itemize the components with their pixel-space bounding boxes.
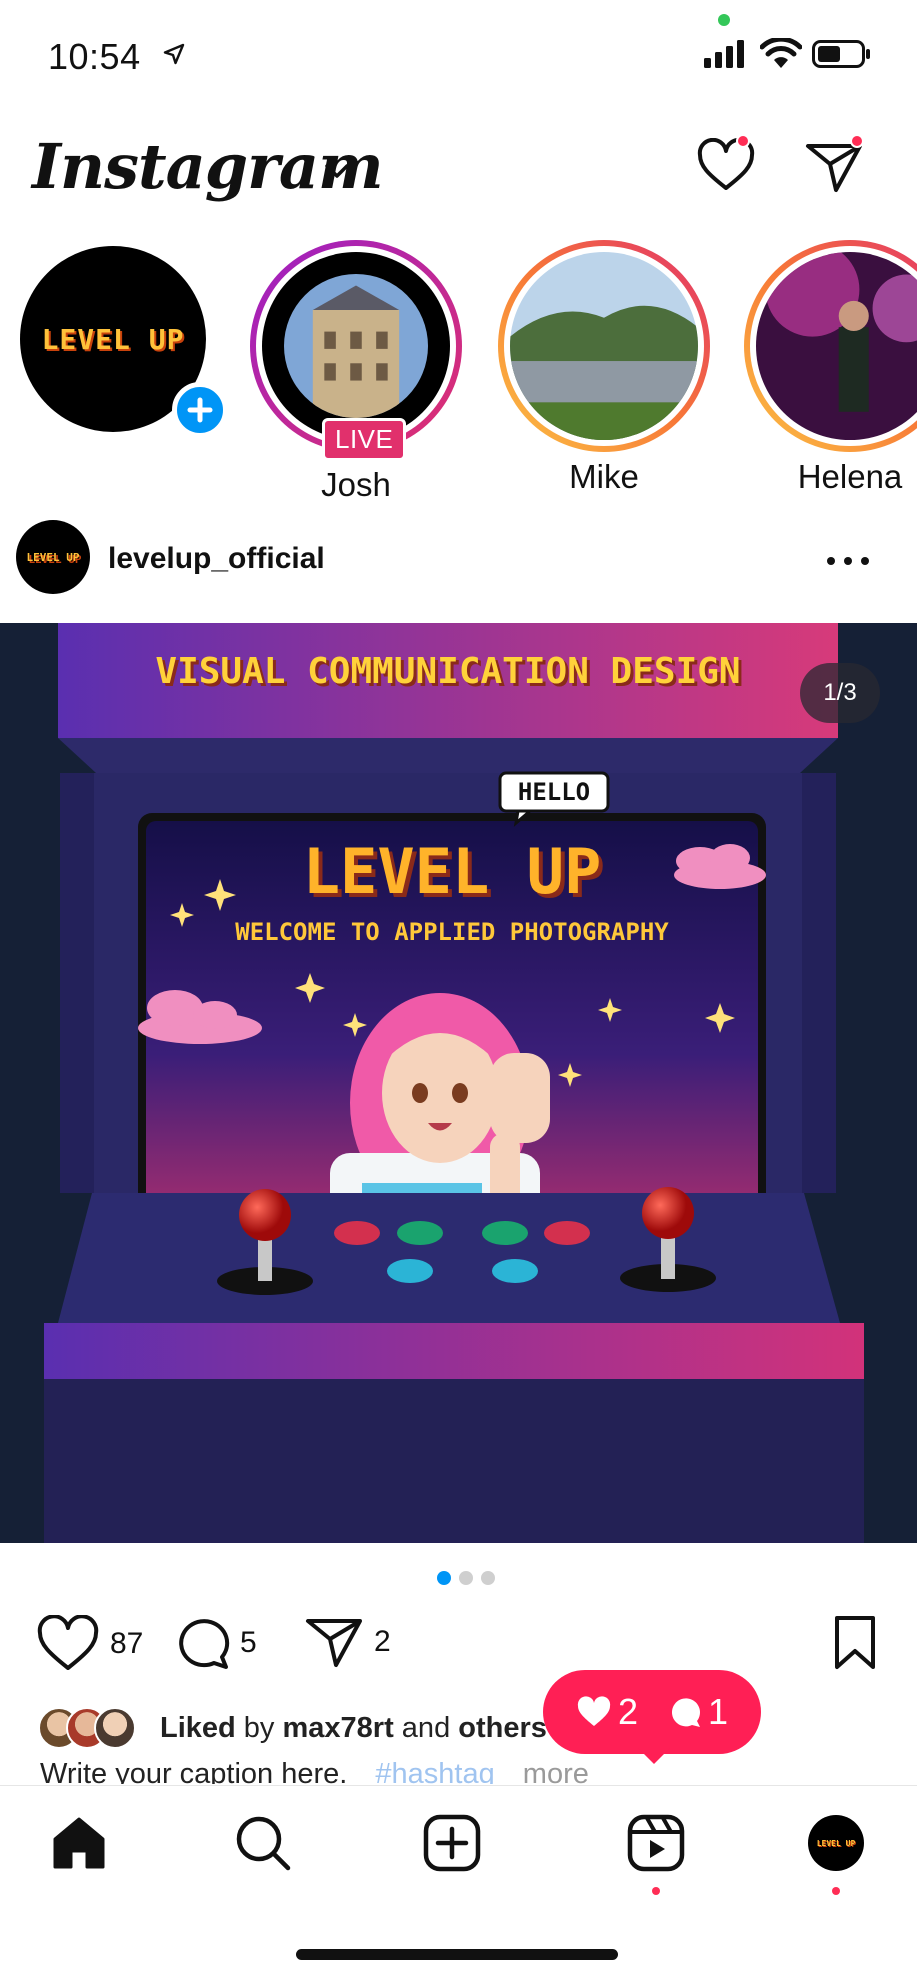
comment-filled-icon: [671, 1698, 700, 1727]
post-actions: 87 5 2: [0, 1615, 917, 1685]
liked-label: Liked: [160, 1711, 236, 1744]
cellular-signal-icon: [704, 40, 744, 68]
wifi-icon: [760, 38, 802, 68]
reels-icon: [627, 1814, 685, 1872]
liked-and-word: and: [393, 1711, 459, 1744]
privacy-indicator-dot: [718, 14, 730, 26]
heart-filled-icon: [577, 1696, 611, 1726]
status-time: 10:54: [48, 36, 141, 77]
activity-bubble[interactable]: 2 1: [543, 1670, 761, 1754]
carousel-dot: [459, 1571, 473, 1585]
story-label: Mike: [569, 458, 639, 495]
chevron-down-icon[interactable]: [322, 160, 352, 182]
battery-icon: [812, 40, 870, 68]
activity-comments-count: 1: [708, 1691, 729, 1732]
profile-avatar: LEVEL UP: [808, 1815, 864, 1871]
reels-notification-dot: [652, 1887, 660, 1895]
heart-icon: [37, 1615, 99, 1670]
carousel-dots: [437, 1571, 495, 1585]
profile-notification-dot: [832, 1887, 840, 1895]
helena-story-image: [756, 252, 917, 440]
story-josh[interactable]: LIVE Josh: [250, 240, 462, 504]
caption-hashtag[interactable]: #hashtag: [375, 1758, 494, 1784]
home-icon: [53, 1817, 105, 1869]
bottom-nav: LEVEL UP: [0, 1785, 917, 1984]
liked-by-word: by: [235, 1711, 283, 1744]
nav-search[interactable]: [228, 1808, 298, 1878]
banner-text: VISUAL COMMUNICATION DESIGN: [155, 651, 741, 692]
comment-button[interactable]: 5: [174, 1615, 257, 1671]
post-image[interactable]: VISUAL COMMUNICATION DESIGN LEVEL UP WEL…: [0, 623, 917, 1543]
screen-title: LEVEL UP: [302, 835, 602, 908]
share-button[interactable]: 2: [304, 1615, 391, 1669]
landscape-photo: [510, 252, 698, 440]
location-arrow-icon: [163, 43, 185, 65]
caption-text: Write your caption here.: [40, 1758, 348, 1784]
activity-comments: 1: [668, 1691, 728, 1733]
nav-reels[interactable]: [621, 1808, 691, 1878]
comments-count: 5: [240, 1626, 257, 1659]
story-mike[interactable]: Mike: [498, 240, 710, 496]
profile-avatar-text: LEVEL UP: [816, 1838, 856, 1848]
like-button[interactable]: 87: [36, 1615, 143, 1673]
home-indicator: [296, 1949, 618, 1960]
speech-bubble-text: HELLO: [517, 778, 591, 806]
story-logo-text: LEVEL UP: [41, 322, 185, 356]
search-icon: [236, 1816, 291, 1871]
status-bar: 10:54: [0, 0, 917, 110]
post-header: LEVEL UP levelup_official: [0, 520, 917, 600]
comment-icon: [179, 1619, 230, 1669]
shares-count: 2: [374, 1625, 391, 1658]
story-label: Josh: [321, 466, 391, 503]
share-icon: [306, 1619, 362, 1667]
post-author-avatar[interactable]: LEVEL UP: [16, 520, 90, 594]
bookmark-icon[interactable]: [832, 1615, 878, 1671]
liked-by-text: Liked by max78rt and others: [160, 1712, 547, 1745]
liked-by-row[interactable]: Liked by max78rt and others: [38, 1705, 547, 1751]
nav-create[interactable]: [417, 1808, 487, 1878]
direct-messages-button[interactable]: [804, 134, 864, 199]
arcade-illustration: [44, 623, 864, 1543]
likes-count: 87: [110, 1627, 144, 1660]
carousel-dot: [481, 1571, 495, 1585]
plus-icon: [187, 397, 213, 423]
activity-bubble-tail: [638, 1748, 670, 1764]
create-icon: [423, 1814, 481, 1872]
notification-dot: [736, 134, 750, 148]
liked-others[interactable]: others: [458, 1712, 547, 1744]
add-story-button[interactable]: [172, 382, 228, 438]
live-badge: LIVE: [322, 418, 407, 461]
activity-likes-count: 2: [617, 1691, 638, 1732]
caption-more-link[interactable]: more: [523, 1758, 589, 1784]
notification-dot: [850, 134, 864, 148]
screen-subtitle: WELCOME TO APPLIED PHOTOGRAPHY: [235, 918, 669, 946]
story-helena[interactable]: Helena: [744, 240, 917, 496]
concert-photo: [756, 252, 917, 440]
story-label: Helena: [797, 458, 903, 495]
activity-likes: 2: [576, 1691, 638, 1733]
more-options-icon[interactable]: [826, 556, 870, 566]
nav-profile[interactable]: LEVEL UP: [801, 1808, 871, 1878]
building-photo: [284, 274, 428, 418]
liked-by-user[interactable]: max78rt: [283, 1712, 394, 1744]
carousel-counter: 1/3: [800, 663, 880, 723]
josh-story-image: [262, 252, 450, 440]
nav-home[interactable]: [44, 1808, 114, 1878]
mike-story-image: [510, 252, 698, 440]
post-username[interactable]: levelup_official: [108, 542, 325, 576]
caption-row: Write your caption here. #hashtag more: [40, 1758, 589, 1784]
app-header: Instagram: [0, 120, 917, 230]
notifications-button[interactable]: [696, 134, 756, 199]
avatar-logo-text: LEVEL UP: [26, 550, 80, 564]
stories-tray: LEVEL UP LIVE Josh Mike Helena: [0, 240, 917, 510]
liker-avatar: [94, 1707, 136, 1749]
story-own[interactable]: LEVEL UP: [14, 240, 228, 458]
carousel-dot-active: [437, 1571, 451, 1585]
